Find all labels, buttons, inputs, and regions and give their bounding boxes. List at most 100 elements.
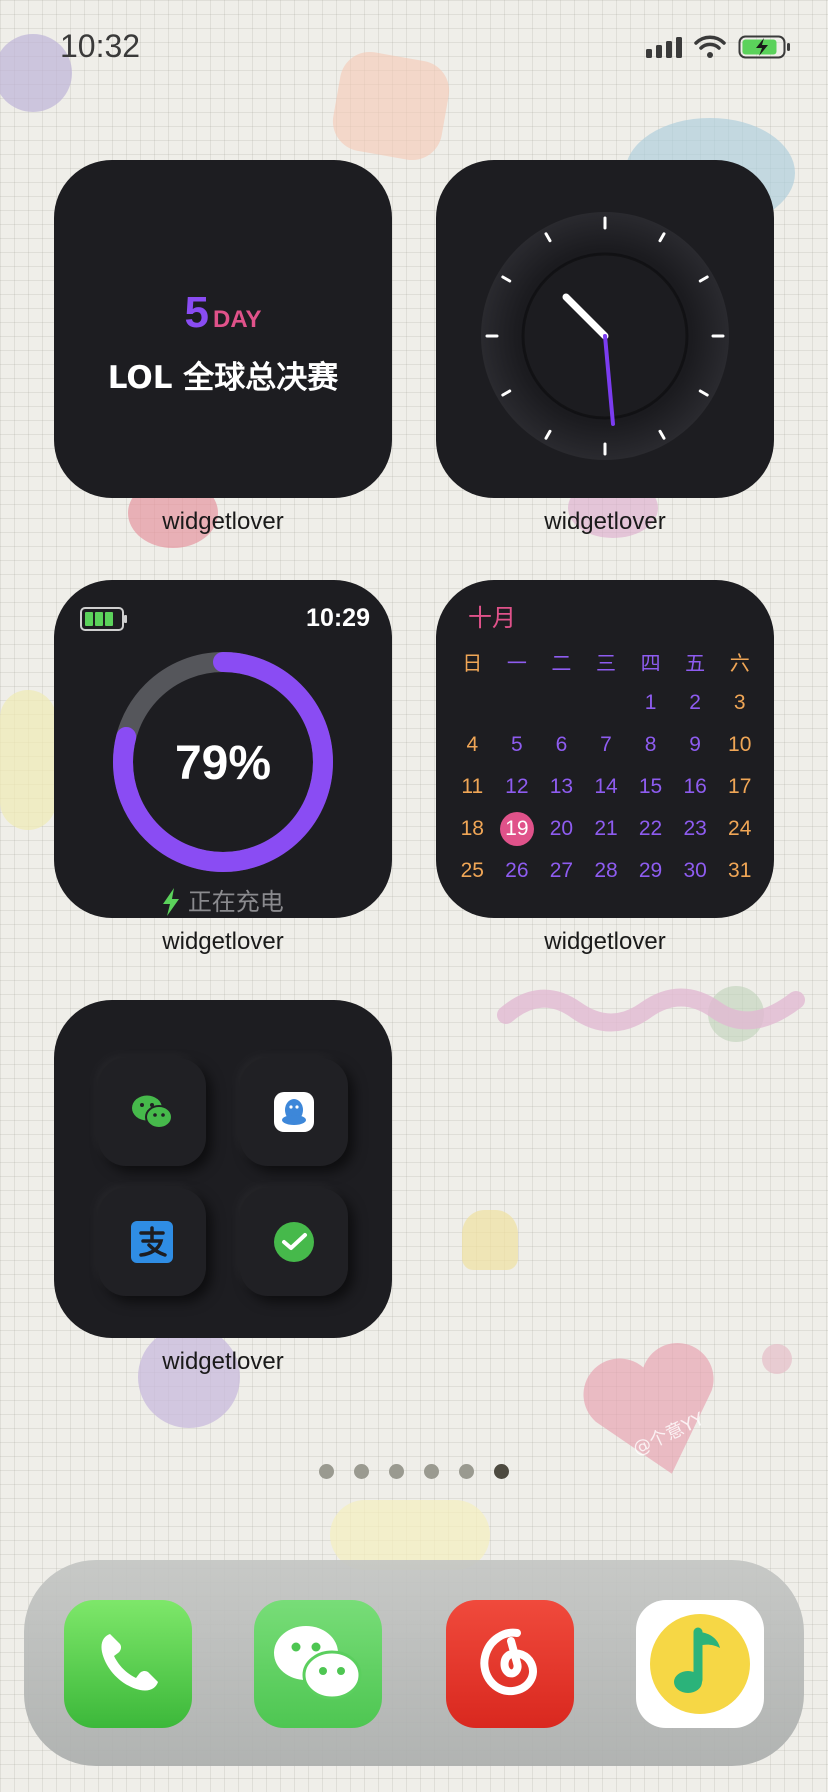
calendar-grid: 日一二三四五六 1 2 3 4 5 6 7 8 9 10 11 12 13 14 15 16 17 18 19 20 21… (450, 640, 762, 892)
widget-label: widgetlover (544, 928, 666, 955)
countdown-title: LOL 全球总决赛 (107, 360, 339, 396)
calendar-day[interactable]: 26 (495, 850, 540, 892)
widget-label: widgetlover (544, 508, 666, 535)
wifi-icon (694, 35, 726, 58)
calendar-day[interactable]: 14 (584, 766, 629, 808)
bg-blob (138, 1326, 240, 1428)
calendar-day[interactable]: 3 (717, 682, 762, 724)
battery-widget[interactable]: 10:29 79% 正在充电 (54, 580, 392, 918)
battery-time: 10:29 (306, 604, 370, 632)
qq-music-icon (650, 1614, 750, 1714)
calendar-weekday: 四 (640, 650, 661, 675)
phone-icon (101, 1634, 158, 1691)
calendar-day[interactable]: 5 (495, 724, 540, 766)
calendar-day[interactable]: 22 (628, 808, 673, 850)
wechat-icon (132, 1095, 173, 1129)
calendar-day[interactable]: 29 (628, 850, 673, 892)
calendar-day[interactable]: 13 (539, 766, 584, 808)
page-dot[interactable] (424, 1464, 439, 1479)
clock-widget[interactable] (436, 160, 774, 498)
bg-blob (0, 690, 56, 830)
dock (24, 1560, 804, 1766)
battery-charging-icon (738, 35, 790, 59)
calendar-day[interactable]: 10 (717, 724, 762, 766)
calendar-day[interactable]: 7 (584, 724, 629, 766)
calendar-day[interactable]: 1 (628, 682, 673, 724)
analog-clock (481, 212, 729, 460)
netease-music-app[interactable] (446, 1600, 574, 1728)
widget-label: widgetlover (162, 508, 284, 535)
status-icons (646, 34, 792, 60)
calendar-day[interactable]: 24 (717, 808, 762, 850)
status-time: 10:32 (60, 28, 141, 64)
calendar-day[interactable]: 8 (628, 724, 673, 766)
qq-icon (274, 1092, 314, 1132)
page-dot[interactable] (494, 1464, 509, 1479)
bg-blob (328, 47, 454, 165)
widget-label: widgetlover (162, 928, 284, 955)
calendar-day (584, 682, 629, 724)
widget-label: widgetlover (162, 1348, 284, 1375)
bg-blob (762, 1344, 792, 1374)
calendar-day[interactable]: 16 (673, 766, 718, 808)
alipay-icon (131, 1221, 173, 1263)
countdown-widget[interactable]: 5 DAY LOL 全球总决赛 (54, 160, 392, 498)
page-dot[interactable] (354, 1464, 369, 1479)
wechat-pay-icon (274, 1222, 314, 1262)
calendar-day[interactable]: 23 (673, 808, 718, 850)
calendar-day[interactable]: 18 (450, 808, 495, 850)
signal-icon (646, 37, 682, 58)
page-dot[interactable] (319, 1464, 334, 1479)
calendar-weekday: 一 (506, 650, 527, 675)
calendar-day (495, 682, 540, 724)
calendar-day[interactable]: 30 (673, 850, 718, 892)
calendar-weekday: 六 (729, 650, 750, 675)
battery-percent: 79% (174, 737, 272, 790)
calendar-day[interactable]: 15 (628, 766, 673, 808)
bg-squiggle (497, 988, 805, 1032)
app-shortcuts-widget (54, 1000, 392, 1338)
calendar-day (539, 682, 584, 724)
wechat-app[interactable] (254, 1600, 382, 1728)
calendar-day[interactable]: 25 (450, 850, 495, 892)
qq-music-app[interactable] (636, 1600, 764, 1728)
calendar-day[interactable]: 21 (584, 808, 629, 850)
calendar-month: 十月 (468, 604, 516, 632)
wechat-shortcut[interactable] (98, 1058, 206, 1166)
calendar-day (450, 682, 495, 724)
phone-app[interactable] (64, 1600, 192, 1728)
calendar-weekday: 二 (551, 650, 572, 675)
calendar-day[interactable]: 27 (539, 850, 584, 892)
countdown-unit: DAY (213, 306, 262, 333)
netease-music-icon (480, 1628, 537, 1696)
calendar-weekday: 三 (595, 650, 616, 675)
page-indicator[interactable] (0, 1464, 828, 1479)
calendar-day[interactable]: 9 (673, 724, 718, 766)
calendar-day[interactable]: 17 (717, 766, 762, 808)
calendar-day[interactable]: 28 (584, 850, 629, 892)
wechat-icon (274, 1626, 362, 1700)
calendar-day[interactable]: 4 (450, 724, 495, 766)
calendar-widget[interactable]: 十月 日一二三四五六 1 2 3 4 5 6 7 8 9 10 11 12 13 14 15 16 17 18 19 2… (436, 580, 774, 918)
bolt-icon (163, 888, 180, 916)
calendar-day[interactable]: 20 (539, 808, 584, 850)
bg-blob (462, 1210, 518, 1270)
calendar-weekday: 日 (462, 650, 483, 675)
calendar-weekday: 五 (685, 650, 706, 675)
qq-shortcut[interactable] (240, 1058, 348, 1166)
calendar-day[interactable]: 31 (717, 850, 762, 892)
page-dot[interactable] (389, 1464, 404, 1479)
countdown-value: 5 DAY (54, 288, 392, 338)
battery-level-icon (80, 607, 127, 631)
alipay-shortcut[interactable] (98, 1188, 206, 1296)
calendar-day[interactable]: 6 (539, 724, 584, 766)
calendar-day[interactable]: 2 (673, 682, 718, 724)
calendar-today[interactable]: 19 (495, 808, 540, 850)
charging-status: 正在充电 (54, 882, 392, 917)
charging-label: 正在充电 (187, 888, 284, 916)
calendar-day[interactable]: 11 (450, 766, 495, 808)
wechat-pay-shortcut[interactable] (240, 1188, 348, 1296)
countdown-number: 5 (184, 288, 209, 337)
calendar-day[interactable]: 12 (495, 766, 540, 808)
page-dot[interactable] (459, 1464, 474, 1479)
